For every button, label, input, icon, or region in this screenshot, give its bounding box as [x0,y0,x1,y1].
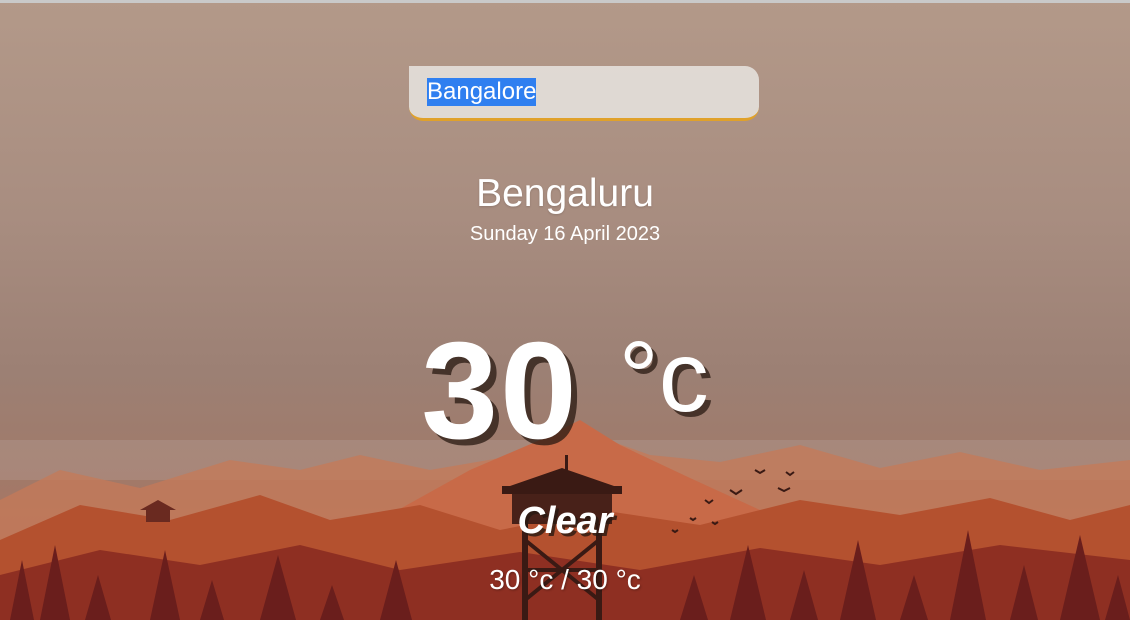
temperature-value: 30 [421,314,579,468]
current-date: Sunday 16 April 2023 [469,223,661,245]
temperature-range: 30 °c / 30 °c [489,564,641,595]
temperature-unit: °c [618,321,709,433]
temperature-display: 30 °c [0,312,1130,471]
search-selected-text: Bangalore [427,78,537,106]
weather-app: Bangalore Bengaluru Sunday 16 April 2023… [0,0,1130,620]
weather-condition: Clear [517,500,613,542]
city-name: Bengaluru [476,172,654,215]
search-box[interactable]: Bangalore [409,66,759,121]
